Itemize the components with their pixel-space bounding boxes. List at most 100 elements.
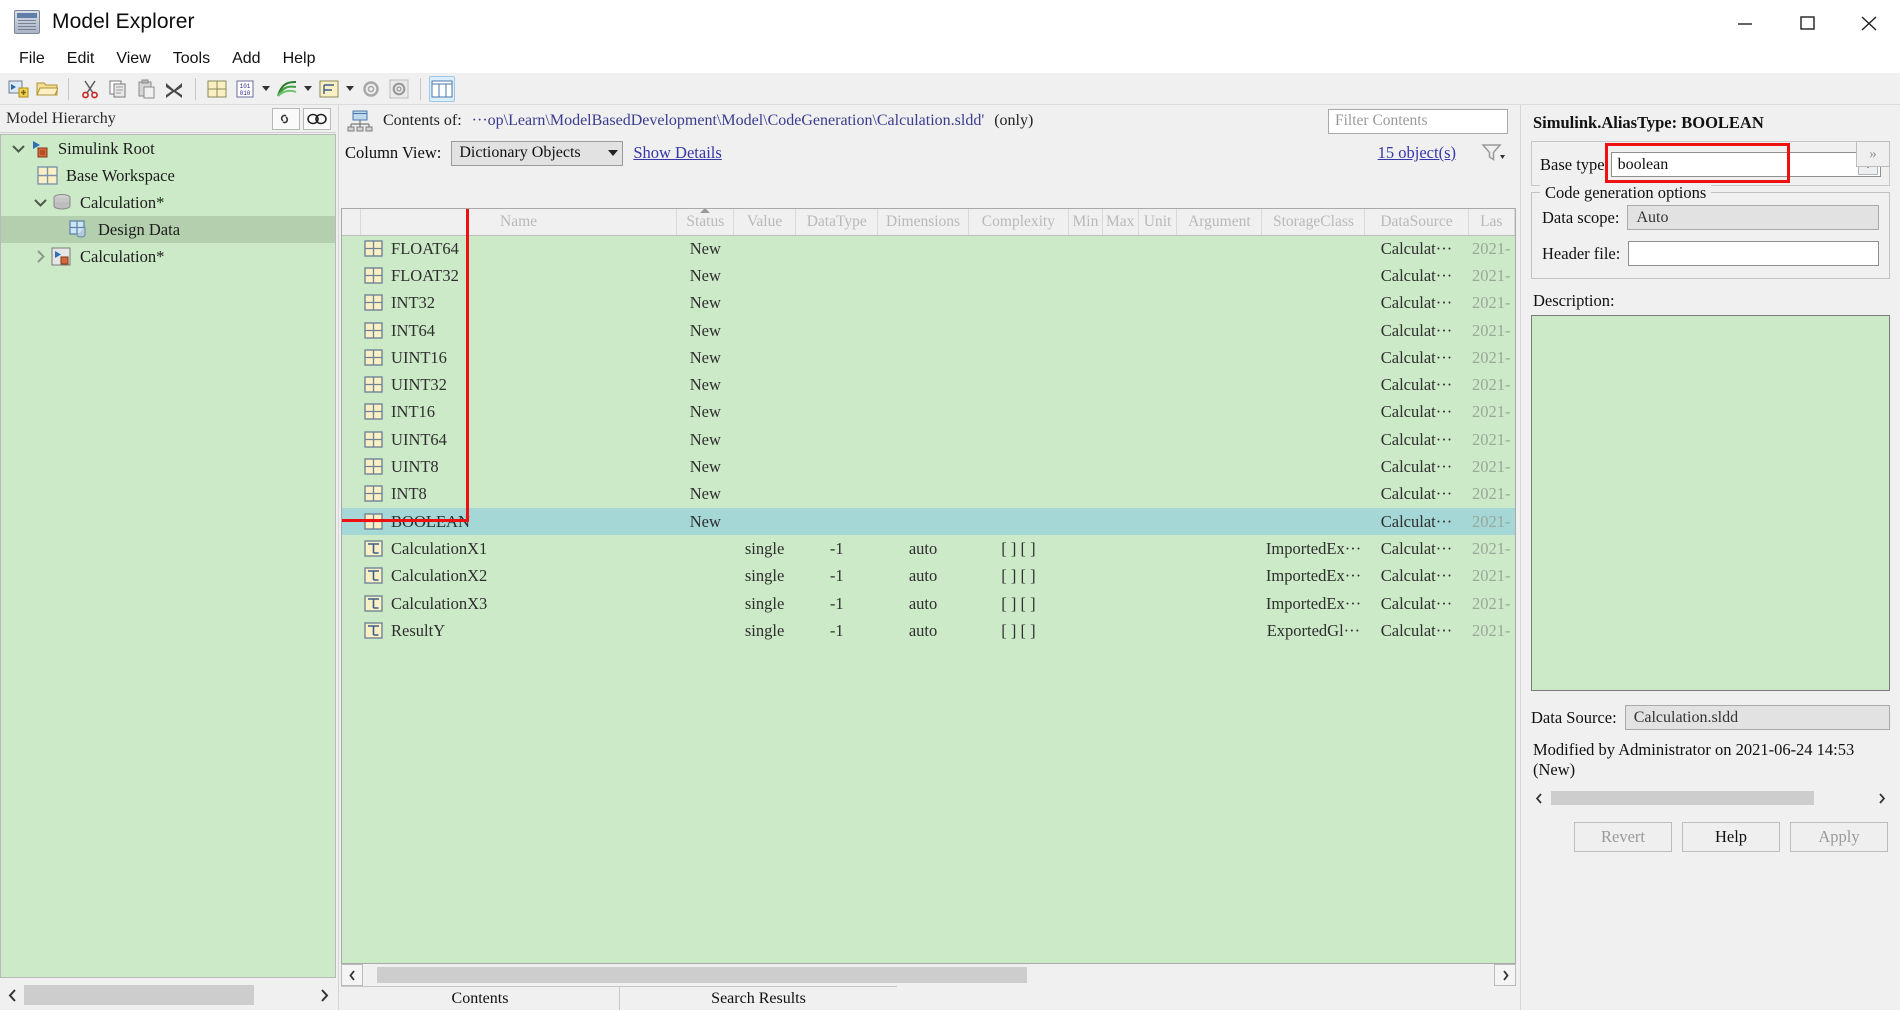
table-row[interactable]: BOOLEAN New Calculat··· 2021- (342, 507, 1515, 536)
tab-contents[interactable]: Contents (341, 986, 619, 1010)
model-hierarchy-tree[interactable]: Simulink Root Base Workspace Calculation… (0, 134, 336, 978)
cell-name[interactable]: INT32 (360, 290, 677, 317)
menu-item-edit[interactable]: Edit (56, 48, 106, 70)
scroll-right-arrow-icon[interactable] (312, 981, 336, 1009)
hierarchy-scroll-thumb[interactable] (24, 985, 254, 1005)
menu-item-add[interactable]: Add (221, 48, 271, 70)
chevron-down-icon[interactable] (7, 144, 29, 153)
col-datatype[interactable]: DataType (795, 209, 879, 236)
table-row[interactable]: ResultY single -1 auto [ ] [ ] ExportedGl··· C… (342, 617, 1515, 644)
funnel-icon[interactable] (1476, 143, 1510, 163)
cell-name[interactable]: CalculationX3 (360, 590, 677, 617)
scroll-right-arrow-icon[interactable] (1874, 788, 1890, 808)
property-scroll-track[interactable] (1547, 791, 1874, 805)
contents-horizontal-scrollbar[interactable] (341, 964, 1516, 986)
delete-x-icon[interactable] (161, 76, 187, 102)
signal-icon[interactable] (274, 76, 300, 102)
apply-button[interactable]: Apply (1790, 822, 1888, 852)
cell-name[interactable]: CalculationX1 (360, 535, 677, 562)
table-row[interactable]: INT32 New Calculat··· 2021- (342, 290, 1515, 317)
col-name[interactable]: Name (360, 209, 678, 236)
chevron-down-icon-hierarchy[interactable] (344, 76, 356, 102)
cell-name[interactable]: FLOAT64 (360, 235, 677, 262)
col-complexity[interactable]: Complexity (968, 209, 1070, 236)
menu-item-tools[interactable]: Tools (162, 48, 221, 70)
description-textarea[interactable] (1531, 315, 1890, 691)
col-min[interactable]: Min (1068, 209, 1103, 236)
menu-item-view[interactable]: View (105, 48, 161, 70)
scroll-right-arrow-icon[interactable] (1494, 964, 1516, 986)
mask-icon[interactable] (303, 107, 331, 130)
tree-item-simulink-root[interactable]: Simulink Root (1, 135, 335, 162)
table-row[interactable]: CalculationX2 single -1 auto [ ] [ ] Imported… (342, 563, 1515, 590)
expand-chevrons-icon[interactable]: » (1856, 141, 1890, 167)
table-row[interactable]: INT64 New Calculat··· 2021- (342, 317, 1515, 344)
col-status[interactable]: Status (676, 209, 735, 236)
scroll-left-arrow-icon[interactable] (341, 964, 363, 986)
menu-item-file[interactable]: File (8, 48, 56, 70)
table-row[interactable]: FLOAT64 New Calculat··· 2021- (342, 235, 1515, 262)
cell-name[interactable]: UINT8 (360, 453, 677, 480)
col-datasource[interactable]: DataSource (1364, 209, 1469, 236)
table-row[interactable]: CalculationX3 single -1 auto [ ] [ ] Imported… (342, 590, 1515, 617)
cell-name[interactable]: BOOLEAN (360, 507, 677, 536)
cell-name[interactable]: UINT32 (360, 371, 677, 398)
base-type-combobox[interactable]: boolean (1610, 152, 1881, 177)
copy-icon[interactable] (105, 76, 131, 102)
show-details-link[interactable]: Show Details (633, 143, 721, 163)
cut-icon[interactable] (77, 76, 103, 102)
gear-icon[interactable] (386, 76, 412, 102)
chevron-down-icon[interactable] (29, 198, 51, 207)
cell-name[interactable]: INT64 (360, 317, 677, 344)
cell-name[interactable]: ResultY (360, 617, 677, 644)
scroll-left-arrow-icon[interactable] (0, 981, 24, 1009)
columns-view-icon[interactable] (429, 75, 455, 102)
col-last-modified[interactable]: Las (1468, 209, 1515, 236)
minimize-icon[interactable] (1714, 0, 1776, 45)
contents-scroll-thumb[interactable] (377, 967, 1027, 983)
cell-name[interactable]: UINT64 (360, 426, 677, 453)
hierarchy-scroll-track[interactable] (24, 981, 312, 1009)
property-horizontal-scrollbar[interactable] (1531, 788, 1890, 808)
code-bits-icon[interactable]: 101 010 (232, 76, 258, 102)
col-spacer[interactable] (342, 209, 361, 236)
cell-name[interactable]: FLOAT32 (360, 262, 677, 289)
new-model-icon[interactable] (6, 76, 32, 102)
tree-item-calculation-model[interactable]: Calculation* (1, 243, 335, 270)
data-scope-value[interactable]: Auto (1627, 205, 1879, 230)
table-row[interactable]: UINT16 New Calculat··· 2021- (342, 344, 1515, 371)
col-dimensions[interactable]: Dimensions (877, 209, 969, 236)
tree-item-calculation-dictionary[interactable]: Calculation* (1, 189, 335, 216)
config-gear-icon[interactable] (358, 76, 384, 102)
col-argument[interactable]: Argument (1176, 209, 1263, 236)
cell-name[interactable]: INT8 (360, 481, 677, 508)
table-row[interactable]: UINT32 New Calculat··· 2021- (342, 371, 1515, 398)
col-unit[interactable]: Unit (1138, 209, 1178, 236)
chevron-down-icon-signal[interactable] (302, 76, 314, 102)
maximize-icon[interactable] (1776, 0, 1838, 45)
revert-button[interactable]: Revert (1574, 822, 1672, 852)
cell-name[interactable]: INT16 (360, 399, 677, 426)
link-icon[interactable] (272, 107, 300, 130)
header-file-input[interactable] (1628, 241, 1879, 266)
contents-table[interactable]: Name Status Value DataType Dimensions Co… (341, 208, 1516, 964)
table-row[interactable]: UINT64 New Calculat··· 2021- (342, 426, 1515, 453)
close-icon[interactable] (1838, 0, 1900, 45)
property-scroll-thumb[interactable] (1551, 791, 1814, 805)
menu-item-help[interactable]: Help (272, 48, 327, 70)
help-button[interactable]: Help (1682, 822, 1780, 852)
object-count-link[interactable]: 15 object(s) (1378, 143, 1456, 163)
contents-scroll-track[interactable] (363, 965, 1494, 985)
table-row[interactable]: FLOAT32 New Calculat··· 2021- (342, 262, 1515, 289)
filter-contents-input[interactable]: Filter Contents (1328, 108, 1508, 134)
paste-icon[interactable] (133, 76, 159, 102)
base-workspace-icon[interactable] (204, 76, 230, 102)
table-row[interactable]: UINT8 New Calculat··· 2021- (342, 453, 1515, 480)
tree-item-design-data[interactable]: Design Data (1, 216, 335, 243)
hierarchy-horizontal-scrollbar[interactable] (0, 980, 336, 1010)
tab-search-results[interactable]: Search Results (619, 986, 897, 1010)
chevron-right-icon[interactable] (29, 250, 51, 263)
open-folder-icon[interactable] (34, 76, 60, 102)
chevron-down-icon-code[interactable] (260, 76, 272, 102)
table-row[interactable]: INT16 New Calculat··· 2021- (342, 399, 1515, 426)
